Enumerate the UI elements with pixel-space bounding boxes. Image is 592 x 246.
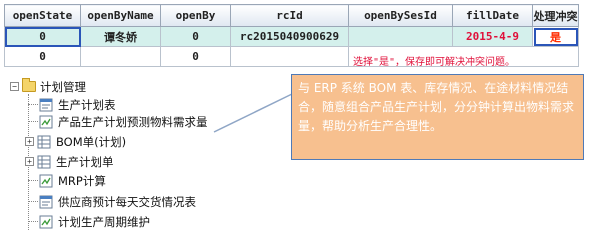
col-header-conflict[interactable]: 处理冲突 — [532, 4, 579, 27]
form-icon — [39, 98, 53, 111]
tree-item-label: BOM单(计划) — [56, 134, 127, 149]
cell-openstate[interactable]: 0 — [4, 26, 81, 47]
col-header-filldate[interactable]: fillDate — [452, 4, 533, 27]
tree-branch — [28, 104, 38, 105]
expand-icon[interactable]: + — [25, 137, 34, 146]
tree-item-label: 生产计划单 — [56, 154, 114, 169]
grid-icon — [37, 155, 51, 168]
cell-conflict-select[interactable]: 是 — [532, 26, 579, 47]
conflict-note: 选择"是"，保存即可解决冲突问题。 — [348, 46, 579, 67]
tree-item-label: 供应商预计每天交货情况表 — [58, 194, 196, 209]
tree-branch — [28, 180, 38, 181]
cell-rcid[interactable]: rc2015040900629 — [230, 26, 349, 47]
tree-item-label: 计划生产周期维护 — [58, 214, 150, 229]
report-icon — [39, 115, 53, 128]
folder-icon — [22, 78, 36, 92]
cell-openstate[interactable]: 0 — [4, 46, 81, 67]
tree-item-label: MRP计算 — [58, 173, 106, 188]
cell-filldate[interactable]: 2015-4-9 — [452, 26, 533, 47]
col-header-rcid[interactable]: rcId — [230, 4, 349, 27]
feature-callout: 与 ERP 系统 BOM 表、库存情况、在途材料情况结合，随意组合产品生产计划，… — [291, 74, 584, 160]
tree-branch — [28, 221, 38, 222]
tree-item-label: 产品生产计划预测物料需求量 — [58, 114, 208, 129]
cell-rcid[interactable] — [230, 46, 349, 67]
tree-item-material-demand-forecast[interactable]: 产品生产计划预测物料需求量 — [28, 113, 208, 130]
grid-icon — [37, 135, 51, 148]
collapse-icon[interactable]: − — [10, 82, 19, 91]
cell-openbyname[interactable]: 谭冬娇 — [80, 26, 161, 47]
expand-icon[interactable]: + — [25, 157, 34, 166]
report-icon — [39, 174, 53, 187]
cell-openby[interactable]: 0 — [160, 26, 231, 47]
tree-item-production-plan-order[interactable]: + 生产计划单 — [25, 153, 114, 170]
col-header-openbyname[interactable]: openByName — [80, 4, 161, 27]
form-icon — [39, 195, 53, 208]
callout-text: 与 ERP 系统 BOM 表、库存情况、在途材料情况结合，随意组合产品生产计划，… — [298, 81, 575, 133]
cell-openbyname[interactable] — [80, 46, 161, 67]
grid-header-row: openState openByName openBy rcId openByS… — [4, 4, 579, 27]
tree-root[interactable]: − 计划管理 — [10, 78, 86, 95]
col-header-openby[interactable]: openBy — [160, 4, 231, 27]
data-grid: openState openByName openBy rcId openByS… — [4, 4, 579, 67]
table-row[interactable]: 0 0 选择"是"，保存即可解决冲突问题。 — [4, 46, 579, 67]
callout-pointer — [213, 93, 293, 133]
report-icon — [39, 215, 53, 228]
tree-item-bom-plan[interactable]: + BOM单(计划) — [25, 133, 127, 150]
cell-openbysesid[interactable] — [348, 26, 453, 47]
tree-root-label: 计划管理 — [40, 79, 86, 94]
conflict-note-text: 选择"是"，保存即可解决冲突问题。 — [353, 57, 516, 67]
tree-branch — [28, 201, 38, 202]
col-header-openstate[interactable]: openState — [4, 4, 81, 27]
table-row[interactable]: 0 谭冬娇 0 rc2015040900629 2015-4-9 是 — [4, 26, 579, 47]
tree-item-cycle-maintenance[interactable]: 计划生产周期维护 — [28, 213, 150, 230]
cell-openby[interactable]: 0 — [160, 46, 231, 67]
tree-branch — [28, 121, 38, 122]
tree-item-production-plan-table[interactable]: 生产计划表 — [28, 96, 116, 113]
tree-item-label: 生产计划表 — [58, 97, 116, 112]
col-header-openbysesid[interactable]: openBySesId — [348, 4, 453, 27]
tree-item-mrp[interactable]: MRP计算 — [28, 172, 106, 189]
tree-item-supplier-delivery[interactable]: 供应商预计每天交货情况表 — [28, 193, 196, 210]
